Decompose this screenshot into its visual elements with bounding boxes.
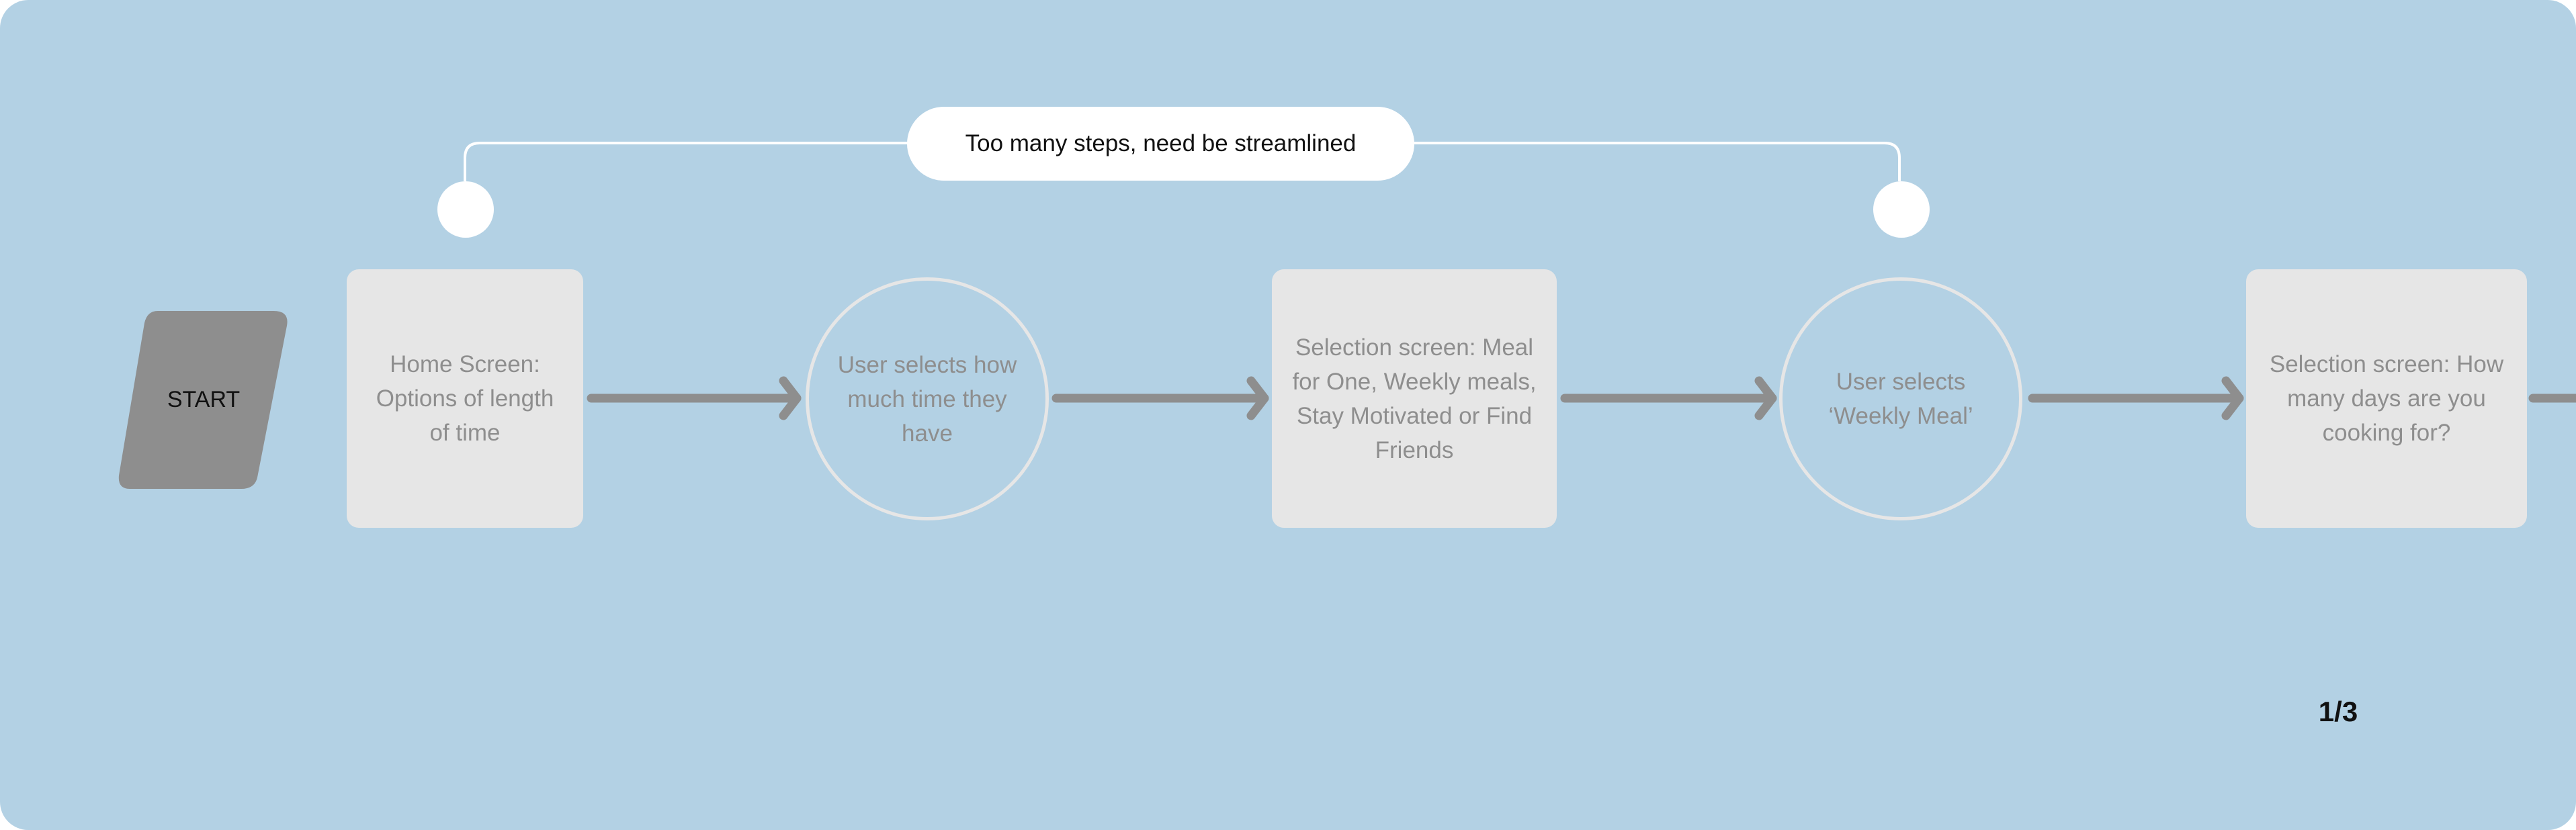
node-user-selects-weekly-text: User selects ‘Weekly Meal’: [1828, 369, 1973, 429]
page-indicator: 1/3: [2318, 696, 2358, 727]
annotation-pin-left[interactable]: [437, 181, 494, 238]
arrow-time-to-selection: [1051, 376, 1269, 420]
arrow-weekly-to-days: [2028, 376, 2244, 420]
arrow-home-to-time: [587, 376, 802, 420]
flow-diagram-canvas: START Home Screen: Options of length of …: [0, 0, 2576, 830]
node-selection-screen-mode[interactable]: Selection screen: Meal for One, Weekly m…: [1272, 269, 1557, 528]
node-home-screen[interactable]: Home Screen: Options of length of time: [347, 269, 583, 528]
node-selection-screen-mode-text: Selection screen: Meal for One, Weekly m…: [1292, 334, 1537, 463]
node-user-selects-time-text: User selects how much time they have: [837, 351, 1017, 447]
start-label: START: [167, 387, 241, 412]
annotation-callout[interactable]: Too many steps, need be streamlined: [907, 107, 1414, 181]
node-selection-screen-days[interactable]: Selection screen: How many days are you …: [2246, 269, 2527, 528]
node-user-selects-time[interactable]: User selects how much time they have: [806, 277, 1049, 520]
node-user-selects-weekly[interactable]: User selects ‘Weekly Meal’: [1779, 277, 2022, 520]
start-node[interactable]: START: [118, 311, 290, 489]
annotation-callout-text: Too many steps, need be streamlined: [965, 130, 1357, 156]
node-selection-screen-days-text: Selection screen: How many days are you …: [2269, 351, 2504, 446]
node-home-screen-text: Home Screen: Options of length of time: [376, 351, 554, 446]
annotation-pin-right[interactable]: [1873, 181, 1930, 238]
arrow-selection-to-weekly: [1560, 376, 1777, 420]
